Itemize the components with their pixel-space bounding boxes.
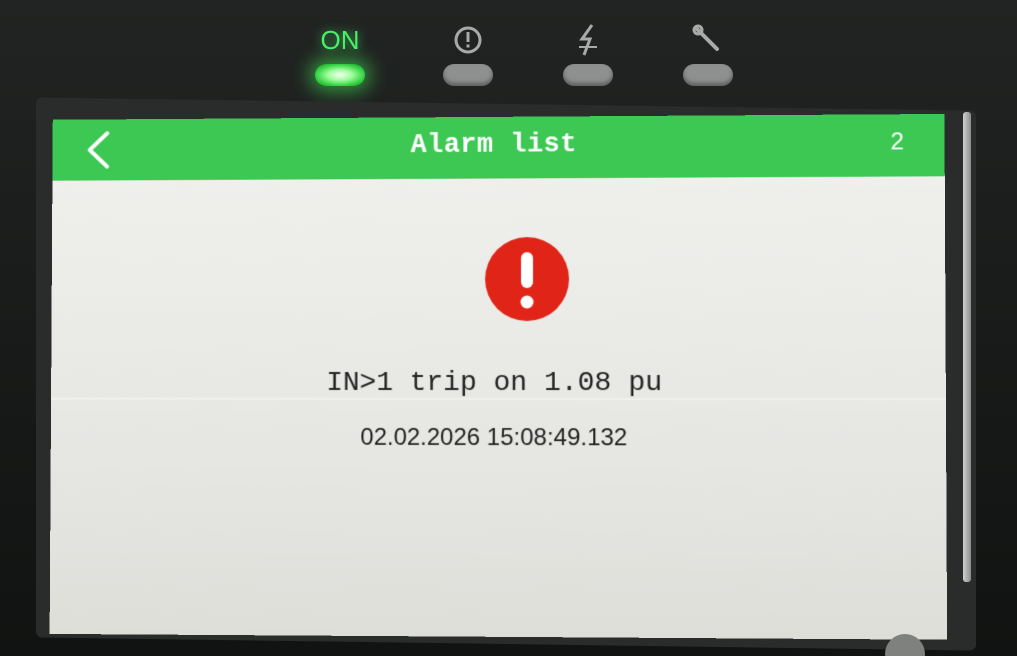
warning-circle-icon (453, 22, 483, 58)
led-alarm-lamp (443, 64, 493, 86)
led-on-label: ON (321, 22, 360, 58)
lightning-icon (573, 22, 603, 58)
relay-device: ON Alarm list 2 IN>1 trip on 1.08 pu 02.… (0, 0, 1017, 656)
bezel-edge (963, 112, 971, 582)
led-on: ON (300, 22, 380, 102)
wrench-icon (691, 22, 725, 58)
lcd-screen: Alarm list 2 IN>1 trip on 1.08 pu 02.02.… (50, 114, 947, 640)
alarm-count: 2 (890, 128, 904, 156)
led-trip-lamp (563, 64, 613, 86)
led-on-lamp (315, 64, 365, 86)
led-service (668, 22, 748, 102)
alarm-timestamp: 02.02.2026 15:08:49.132 (51, 423, 946, 452)
led-indicator-row: ON (300, 22, 740, 102)
screen-title: Alarm list (53, 128, 945, 163)
alarm-body: IN>1 trip on 1.08 pu 02.02.2026 15:08:49… (50, 176, 947, 639)
led-service-lamp (683, 64, 733, 86)
led-trip (548, 22, 628, 102)
led-alarm (428, 22, 508, 102)
exclamation-icon (484, 236, 570, 322)
alarm-message: IN>1 trip on 1.08 pu (51, 368, 946, 399)
screen-header: Alarm list 2 (52, 114, 944, 181)
